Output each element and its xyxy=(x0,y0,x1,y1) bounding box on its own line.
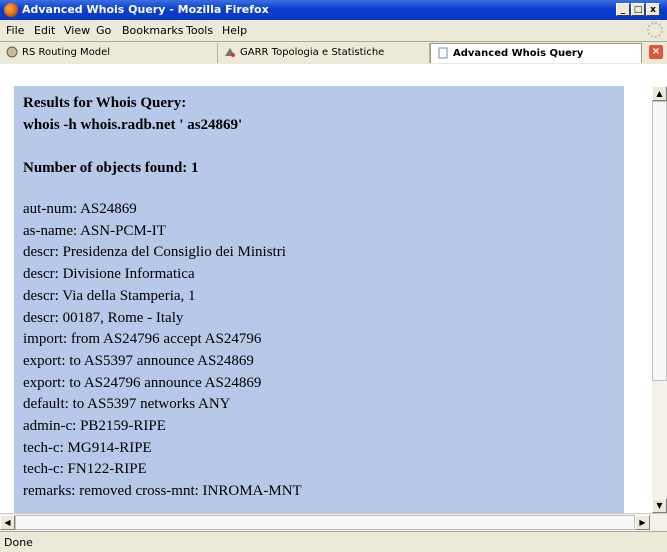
whois-line: descr: Divisione Informatica xyxy=(23,266,195,283)
menu-go[interactable]: Go xyxy=(96,24,111,37)
whois-line: import: from AS24796 accept AS24796 xyxy=(23,331,262,348)
scroll-up-icon[interactable]: ▲ xyxy=(652,86,667,101)
whois-line: descr: Presidenza del Consiglio dei Mini… xyxy=(23,244,286,261)
close-tab-icon[interactable]: × xyxy=(649,45,663,59)
whois-results: Results for Whois Query: whois -h whois.… xyxy=(14,86,624,513)
whois-line: remarks: removed cross-mnt: INROMA-MNT xyxy=(23,483,302,500)
horizontal-scroll-thumb[interactable] xyxy=(15,515,635,530)
vertical-scroll-thumb[interactable] xyxy=(652,101,667,381)
tab-rs-routing-model[interactable]: RS Routing Model xyxy=(0,43,218,63)
whois-line: descr: Via della Stamperia, 1 xyxy=(23,287,196,304)
whois-line: admin-c: PB2159-RIPE xyxy=(23,418,166,435)
page-icon xyxy=(438,47,448,59)
tab-label: RS Routing Model xyxy=(22,47,111,58)
tab-advanced-whois-query[interactable]: Advanced Whois Query xyxy=(430,43,642,63)
whois-line: tech-c: MG914-RIPE xyxy=(23,439,152,456)
menu-file[interactable]: File xyxy=(6,24,24,37)
vertical-scrollbar[interactable]: ▲ ▼ xyxy=(652,86,667,513)
minimize-button[interactable]: _ xyxy=(616,3,630,16)
status-bar: Done xyxy=(0,531,667,552)
whois-line: default: to AS5397 networks ANY xyxy=(23,396,231,413)
scroll-down-icon[interactable]: ▼ xyxy=(652,498,667,513)
garr-logo-icon xyxy=(225,48,235,57)
menu-tools[interactable]: Tools xyxy=(186,24,213,37)
throbber-icon xyxy=(647,22,663,38)
menu-bar: File Edit View Go Bookmarks Tools Help xyxy=(0,20,667,42)
maximize-button[interactable]: □ xyxy=(631,3,645,16)
status-text: Done xyxy=(4,536,33,549)
results-title: Results for Whois Query: xyxy=(23,95,187,111)
horizontal-scrollbar[interactable]: ◀ ▶ xyxy=(0,513,667,531)
whois-line: aut-num: AS24869 xyxy=(23,201,137,217)
firefox-logo-icon xyxy=(4,3,18,17)
menu-help[interactable]: Help xyxy=(222,24,247,37)
object-count: Number of objects found: 1 xyxy=(23,160,199,176)
whois-line: tech-c: FN122-RIPE xyxy=(23,461,147,478)
menu-bookmarks[interactable]: Bookmarks xyxy=(122,24,183,37)
window-title: Advanced Whois Query - Mozilla Firefox xyxy=(22,3,269,16)
whois-line: export: to AS5397 announce AS24869 xyxy=(23,352,254,369)
tab-label: GARR Topologia e Statistiche xyxy=(240,47,385,58)
whois-line: as-name: ASN-PCM-IT xyxy=(23,222,166,239)
tab-label: Advanced Whois Query xyxy=(453,48,584,59)
tab-bar: RS Routing Model GARR Topologia e Statis… xyxy=(0,42,667,65)
menu-edit[interactable]: Edit xyxy=(34,24,55,37)
scroll-right-icon[interactable]: ▶ xyxy=(635,515,650,530)
menu-view[interactable]: View xyxy=(64,24,90,37)
tab-garr-topologia[interactable]: GARR Topologia e Statistiche xyxy=(218,43,430,63)
title-bar: Advanced Whois Query - Mozilla Firefox _… xyxy=(0,0,667,20)
whois-line: descr: 00187, Rome - Italy xyxy=(23,309,184,326)
whois-command: whois -h whois.radb.net ' as24869' xyxy=(23,117,243,133)
close-button[interactable]: x xyxy=(646,3,660,16)
whois-line: export: to AS24796 announce AS24869 xyxy=(23,374,262,391)
globe-icon xyxy=(6,46,18,58)
scroll-left-icon[interactable]: ◀ xyxy=(0,515,15,530)
